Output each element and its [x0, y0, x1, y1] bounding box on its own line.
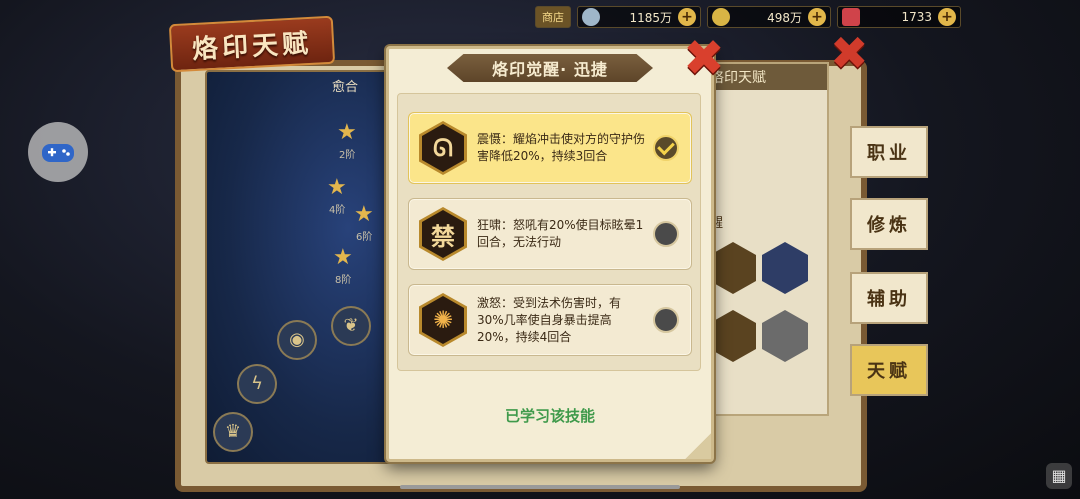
forbidden-skill-icon: 禁 [419, 207, 467, 261]
gold-counter: 498万 + [707, 6, 831, 28]
page-corner-fold [685, 433, 711, 459]
tab-label: 天赋 [867, 361, 911, 382]
gem-counter: 1733 + [837, 6, 961, 28]
starmap-title: 愈合 [332, 80, 359, 95]
close-icon[interactable]: ✖ [683, 33, 725, 83]
tab-label: 辅助 [867, 289, 911, 310]
tab-profession[interactable]: 职业 [850, 126, 928, 178]
option-radio-checked[interactable] [653, 135, 679, 161]
talent-thumb[interactable] [762, 310, 808, 362]
silver-coin-icon [582, 8, 600, 26]
option-description: 激怒：受到法术伤害时，有30%几率使自身暴击提高20%，持续4回合 [477, 295, 622, 344]
awakening-dialog: 烙印觉醒· 迅捷 ✖ ᘏ 震慑：耀焰冲击使对方的守护伤害降低20%，持续3回合 … [386, 33, 725, 462]
gamepad-icon[interactable] [28, 122, 88, 182]
option-radio[interactable] [653, 221, 679, 247]
shock-skill-icon: ᘏ [419, 121, 467, 175]
gem-value: 1733 [901, 10, 932, 24]
tab-label: 职业 [867, 143, 911, 164]
learned-status: 已学习该技能 [504, 407, 595, 425]
star-label: 4阶 [329, 205, 346, 216]
silver-counter: 1185万 + [577, 6, 701, 28]
tab-talent[interactable]: 天赋 [850, 344, 928, 396]
option-roar[interactable]: 禁 狂啸：怒吼有20%使目标眩晕1回合，无法行动 [408, 198, 692, 270]
gold-coin-icon [712, 8, 730, 26]
rune-crown-icon[interactable]: ♛ [213, 412, 253, 452]
star-label: 6阶 [356, 232, 373, 243]
options-panel: ᘏ 震慑：耀焰冲击使对方的守护伤害降低20%，持续3回合 禁 狂啸：怒吼有20%… [397, 93, 701, 371]
talent-thumb[interactable] [762, 242, 808, 294]
tab-cultivation[interactable]: 修炼 [850, 198, 928, 250]
shop-button[interactable]: 商店 [535, 6, 571, 28]
background-close-icon[interactable]: ✖ [830, 26, 869, 80]
rage-skill-glyph: ✺ [422, 296, 464, 344]
star-node[interactable]: ★ [337, 122, 357, 144]
star-label: 8阶 [335, 275, 352, 286]
right-panel: 烙印天赋 醒 [700, 62, 829, 416]
option-description: 狂啸：怒吼有20%使目标眩晕1回合，无法行动 [477, 218, 644, 249]
star-node[interactable]: ★ [333, 247, 353, 269]
talent-thumb[interactable] [710, 242, 756, 294]
page-title: 烙印天赋 [168, 15, 336, 73]
option-rage[interactable]: ✺ 激怒：受到法术伤害时，有30%几率使自身暴击提高20%，持续4回合 [408, 284, 692, 356]
gem-icon [842, 8, 860, 26]
currency-bar: 商店 1185万 + 498万 + 1733 + [535, 6, 961, 28]
shock-skill-glyph: ᘏ [422, 124, 464, 172]
talent-thumb[interactable] [710, 310, 756, 362]
option-shock[interactable]: ᘏ 震慑：耀焰冲击使对方的守护伤害降低20%，持续3回合 [408, 112, 692, 184]
star-node[interactable]: ★ [327, 177, 347, 199]
add-gem-button[interactable]: + [938, 8, 956, 26]
star-node[interactable]: ★ [354, 204, 374, 226]
tab-support[interactable]: 辅助 [850, 272, 928, 324]
silver-value: 1185万 [629, 10, 672, 25]
rage-skill-icon: ✺ [419, 293, 467, 347]
dialog-title: 烙印觉醒· 迅捷 [447, 54, 653, 82]
add-gold-button[interactable]: + [808, 8, 826, 26]
rune-lightning-icon[interactable]: ϟ [237, 364, 277, 404]
add-silver-button[interactable]: + [678, 8, 696, 26]
option-description: 震慑：耀焰冲击使对方的守护伤害降低20%，持续3回合 [477, 132, 646, 163]
tab-label: 修炼 [867, 215, 911, 236]
grid-menu-icon[interactable]: ▦ [1046, 463, 1072, 489]
rune-eye-icon[interactable]: ◉ [277, 320, 317, 360]
shop-label: 商店 [542, 11, 564, 24]
rune-leaf-icon[interactable]: ❦ [331, 306, 371, 346]
star-label: 2阶 [339, 150, 356, 161]
forbidden-skill-glyph: 禁 [422, 210, 464, 258]
gold-value: 498万 [767, 10, 802, 25]
home-indicator[interactable] [400, 485, 680, 489]
option-radio[interactable] [653, 307, 679, 333]
